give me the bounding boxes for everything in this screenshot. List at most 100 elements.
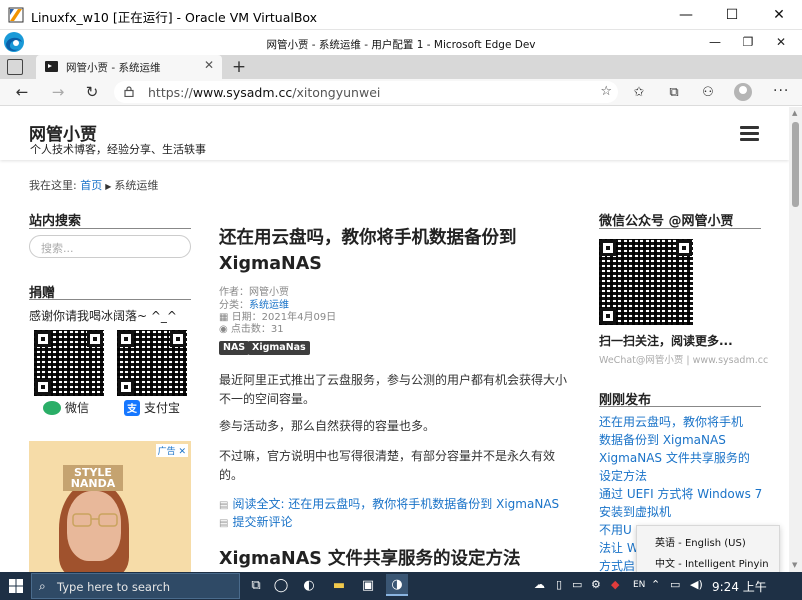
url-text[interactable]: https://www.sysadm.cc/xitongyunwei — [148, 85, 380, 100]
profile-avatar[interactable] — [734, 83, 752, 101]
url-host: www.sysadm.cc — [192, 85, 293, 100]
refresh-button[interactable]: ↻ — [80, 81, 104, 103]
ime-option-pinyin[interactable]: 中文 - Intelligent Pinyin — [655, 555, 769, 570]
cloud-icon[interactable]: ☁ — [534, 578, 545, 591]
recent-post-link[interactable]: 还在用云盘吗，教你将手机 — [599, 413, 743, 431]
edge-dev-taskbar-icon[interactable]: ◑ — [386, 574, 408, 596]
hamburger-menu-icon[interactable] — [740, 126, 759, 141]
maximize-button[interactable]: ☐ — [709, 0, 755, 30]
scroll-down-icon[interactable]: ▼ — [792, 561, 797, 569]
breadcrumb-prefix: 我在这里: — [29, 179, 77, 192]
recent-post-link[interactable]: 设定方法 — [599, 467, 647, 485]
ime-option-english[interactable]: 英语 - English (US) — [655, 534, 746, 549]
settings-tray-icon[interactable]: ⚙ — [591, 578, 601, 591]
divider — [29, 228, 191, 229]
collections-icon[interactable]: ⧉ — [665, 83, 683, 101]
minimize-button[interactable]: — — [663, 0, 709, 30]
tab-actions-icon[interactable] — [7, 59, 23, 75]
volume-icon[interactable]: ◀) — [690, 578, 703, 591]
edge-window-title: 网管小贾 - 系统运维 - 用户配置 1 - Microsoft Edge De… — [266, 39, 536, 51]
site-header: 网管小贾 个人技术博客，经验分享、生活轶事 — [0, 107, 789, 160]
breadcrumb-arrow-icon: ▶ — [105, 182, 112, 191]
app-tray-icon[interactable]: ◆ — [611, 578, 619, 591]
back-button[interactable]: ← — [10, 81, 34, 103]
search-placeholder: 搜索... — [41, 242, 74, 255]
post-paragraph: 最近阿里正式推出了云盘服务，参与公测的用户都有机会获得大小不一的空间容量。 — [219, 373, 568, 406]
close-button[interactable]: ✕ — [756, 0, 802, 30]
phone-icon[interactable]: ▯ — [556, 578, 562, 591]
file-explorer-icon[interactable]: ▬ — [328, 574, 350, 596]
read-more-text: 阅读全文: 还在用云盘吗，教你将手机数据备份到 XigmaNAS — [232, 497, 560, 511]
document-icon: ▤ — [219, 500, 229, 511]
alipay-label: 支 支付宝 — [124, 399, 180, 416]
next-post-title[interactable]: XigmaNAS 文件共享服务的设定方法 — [219, 545, 520, 570]
tab-active[interactable]: 网管小贾 - 系统运维 ✕ — [36, 55, 222, 79]
edge-restore-button[interactable]: ❐ — [733, 33, 763, 51]
donate-text: 感谢你请我喝冰阔落~ ^_^ — [29, 309, 177, 323]
task-view-icon[interactable]: ⧉ — [245, 574, 267, 596]
recent-post-link[interactable]: 通过 UEFI 方式将 Windows 7 — [599, 485, 762, 503]
tag-xigmanas[interactable]: XigmaNas — [248, 341, 310, 355]
advertisement-banner[interactable]: STYLE NANDA 广告 ✕ — [29, 441, 191, 572]
post-paragraph: 参与活动多，那么自然获得的容量也多。 — [219, 419, 436, 433]
taskbar-search-box[interactable]: ⌕ Type here to search — [31, 573, 240, 599]
comment-link[interactable]: ▤ 提交新评论 — [219, 513, 292, 530]
taskbar-search-placeholder: Type here to search — [57, 580, 171, 594]
post-title[interactable]: 还在用云盘吗，教你将手机数据备份到 XigmaNAS — [219, 225, 579, 277]
edge-minimize-button[interactable]: — — [700, 33, 730, 51]
extensions-icon[interactable]: ⚇ — [699, 83, 717, 101]
url-path: /xitongyunwei — [292, 85, 381, 100]
alipay-icon: 支 — [124, 399, 140, 416]
post-views-label: 点击数： — [230, 324, 271, 335]
windows-start-icon[interactable] — [9, 579, 23, 593]
scroll-thumb[interactable] — [792, 122, 799, 207]
ad-glasses — [72, 513, 118, 527]
edge-close-button[interactable]: ✕ — [766, 33, 796, 51]
taskbar-clock[interactable]: 9:24 上午 — [712, 578, 767, 595]
recent-post-link[interactable]: 法让 W — [599, 539, 639, 557]
cortana-icon[interactable]: ◯ — [270, 574, 292, 596]
read-more-link[interactable]: ▤ 阅读全文: 还在用云盘吗，教你将手机数据备份到 XigmaNAS — [219, 495, 559, 512]
add-favorite-icon[interactable]: ☆ — [600, 84, 612, 99]
breadcrumb-current: 系统运维 — [114, 179, 159, 192]
wechat-pay-label: 微信 — [43, 399, 89, 416]
tag-nas[interactable]: NAS — [219, 341, 250, 355]
network-icon[interactable]: ▭ — [670, 578, 680, 591]
settings-more-icon[interactable]: ··· — [773, 83, 789, 99]
new-tab-button[interactable]: + — [230, 55, 248, 79]
show-hidden-icons[interactable]: ⌃ — [651, 578, 660, 591]
store-icon[interactable]: ▣ — [357, 574, 379, 596]
comment-icon: ▤ — [219, 518, 229, 529]
virtualbox-app-icon — [8, 7, 24, 23]
recent-post-link[interactable]: 数据备份到 XigmaNAS — [599, 431, 726, 449]
search-icon: ⌕ — [39, 579, 46, 593]
recent-post-link[interactable]: XigmaNAS 文件共享服务的 — [599, 449, 750, 467]
lock-icon[interactable] — [124, 86, 134, 97]
edge-taskbar-icon[interactable]: ◐ — [298, 574, 320, 596]
wechat-pay-qr-code — [34, 330, 104, 396]
favorites-icon[interactable]: ✩ — [630, 83, 648, 101]
language-indicator[interactable]: EN — [633, 580, 645, 590]
forward-button[interactable]: → — [46, 81, 70, 103]
url-scheme: https:// — [148, 85, 193, 100]
wechat-icon — [43, 400, 61, 415]
battery-icon[interactable]: ▭ — [572, 578, 582, 591]
scroll-up-icon[interactable]: ▲ — [792, 109, 797, 117]
comment-text: 提交新评论 — [232, 515, 293, 529]
address-bar[interactable]: https://www.sysadm.cc/xitongyunwei ☆ — [114, 81, 618, 103]
ad-choices-icon[interactable]: 广告 ✕ — [155, 444, 188, 457]
recent-post-link[interactable]: 不用U — [599, 521, 632, 539]
recent-post-link[interactable]: 方式启 — [599, 557, 635, 572]
search-widget-title: 站内搜索 — [29, 214, 82, 229]
virtualbox-titlebar: Linuxfx_w10 [正在运行] - Oracle VM VirtualBo… — [0, 0, 802, 30]
site-search-input[interactable]: 搜索... — [29, 235, 191, 258]
alipay-text: 支付宝 — [144, 401, 181, 415]
tab-label: 网管小贾 - 系统运维 — [66, 62, 161, 74]
divider — [599, 406, 761, 407]
tab-close-icon[interactable]: ✕ — [204, 58, 214, 72]
recent-post-link[interactable]: 安装到虚拟机 — [599, 503, 671, 521]
breadcrumb-home-link[interactable]: 首页 — [80, 179, 102, 192]
ad-brand-text: STYLE NANDA — [63, 465, 123, 491]
wechat-widget-title: 微信公众号 @网管小贾 — [599, 214, 734, 229]
page-scrollbar[interactable]: ▲ ▼ — [789, 107, 802, 572]
